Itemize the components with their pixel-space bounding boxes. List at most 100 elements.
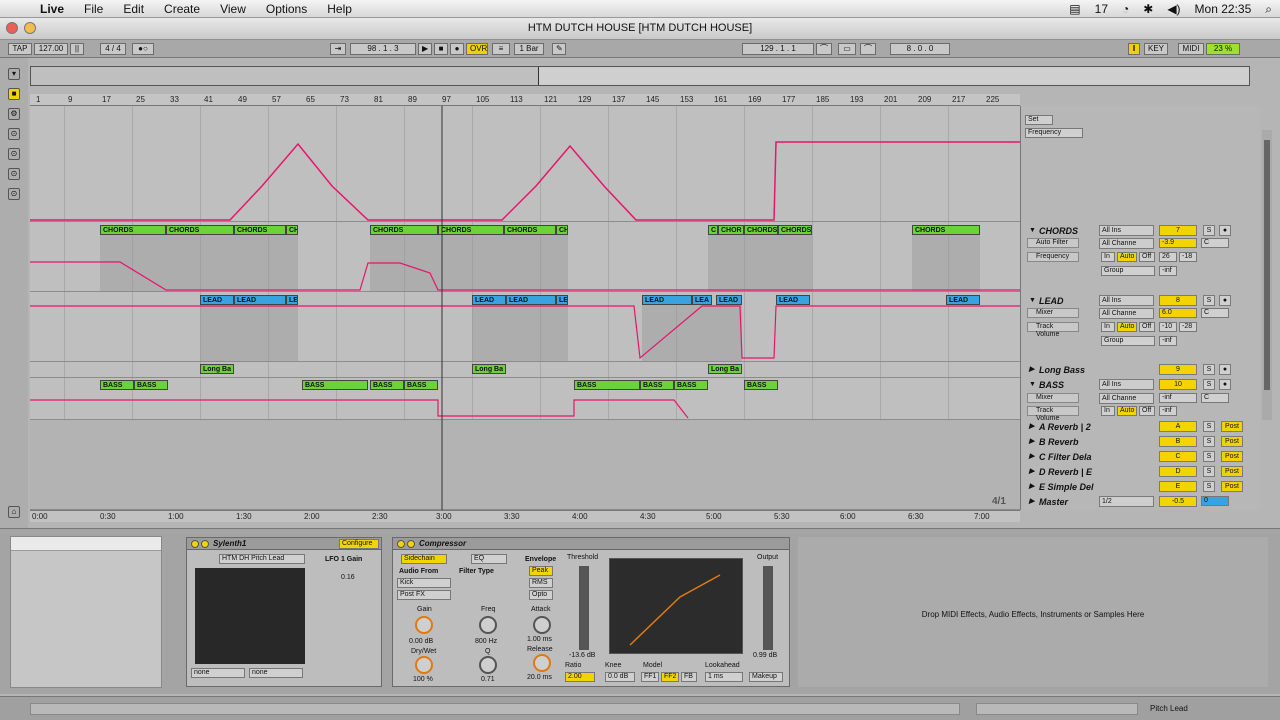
browser-toggle-icon[interactable]: ▾ <box>8 68 20 80</box>
key-map-button[interactable]: KEY <box>1144 43 1168 55</box>
preset-selector[interactable]: HTM DH Pitch Lead <box>219 554 305 564</box>
compressor-header[interactable]: Compressor <box>393 538 789 550</box>
post-return-b[interactable]: Post <box>1221 436 1243 447</box>
track-return-e[interactable]: ▶ E Simple Del E S Post <box>1021 480 1261 495</box>
pan-lead[interactable]: C <box>1201 308 1229 318</box>
wifi-icon[interactable]: ◔ <box>1122 2 1129 16</box>
track-return-a[interactable]: ▶ A Reverb | 2 A S Post <box>1021 420 1261 435</box>
plugins-icon[interactable]: ⚙ <box>8 108 20 120</box>
song-position-field[interactable]: 98 . 1 . 3 <box>350 43 416 55</box>
input-channel-bass[interactable]: All Channe <box>1099 393 1154 404</box>
output-meter[interactable] <box>763 566 773 650</box>
send-b-chords[interactable]: -18 <box>1179 252 1197 262</box>
device-drop-area[interactable]: Drop MIDI Effects, Audio Effects, Instru… <box>798 537 1268 687</box>
automation-device-chords[interactable]: Auto Filter <box>1027 238 1079 248</box>
send-c-lead[interactable]: -inf <box>1159 336 1177 346</box>
tempo-field[interactable]: 127.00 <box>34 43 68 55</box>
solo-return-b[interactable]: S <box>1203 436 1215 447</box>
play-icon[interactable]: ▶ <box>418 43 432 55</box>
q-value[interactable]: 0.71 <box>481 676 495 683</box>
input-type-bass[interactable]: All Ins <box>1099 379 1154 390</box>
menu-help[interactable]: Help <box>317 2 362 16</box>
monitor-in-bass[interactable]: In <box>1101 406 1115 416</box>
midi-map-button[interactable]: MIDI <box>1178 43 1204 55</box>
track-name-master[interactable]: ▶ Master <box>1027 495 1095 509</box>
arm-chords[interactable]: ● <box>1219 225 1231 236</box>
threshold-meter[interactable] <box>579 566 589 650</box>
track-long-bass[interactable]: ▶ Long Bass 9 S ● <box>1021 363 1261 378</box>
nudge-icon[interactable]: || <box>70 43 84 55</box>
track-name-return-c[interactable]: ▶ C Filter Dela <box>1027 450 1095 464</box>
track-name-long-bass[interactable]: ▶ Long Bass <box>1027 363 1095 377</box>
menu-file[interactable]: File <box>74 2 113 16</box>
track-activator-return-c[interactable]: C <box>1159 451 1197 462</box>
monitor-off-bass[interactable]: Off <box>1139 406 1155 416</box>
track-activator-return-b[interactable]: B <box>1159 436 1197 447</box>
track-activator-bass[interactable]: 10 <box>1159 379 1197 390</box>
opto-button[interactable]: Opto <box>529 590 553 600</box>
lfo-gain-value[interactable]: 0.16 <box>341 574 355 581</box>
automation-device-bass[interactable]: Mixer <box>1027 393 1079 403</box>
audio-from-select[interactable]: Kick <box>397 578 451 588</box>
arm-lead[interactable]: ● <box>1219 295 1231 306</box>
automation-envelopes[interactable] <box>30 106 1020 510</box>
folder-3-icon[interactable]: ⊙ <box>8 168 20 180</box>
scroll-thumb[interactable] <box>1264 140 1270 390</box>
stop-icon[interactable]: ■ <box>434 43 448 55</box>
send-a-chords[interactable]: 26 <box>1159 252 1177 262</box>
track-activator-return-a[interactable]: A <box>1159 421 1197 432</box>
automation-arm-icon[interactable]: ≡ <box>492 43 510 55</box>
volume-icon[interactable]: ◀) <box>1167 2 1180 16</box>
device-on-icon[interactable] <box>397 540 405 548</box>
bluetooth-icon[interactable]: ✱ <box>1143 2 1153 16</box>
attack-knob[interactable] <box>533 616 551 634</box>
solo-return-e[interactable]: S <box>1203 481 1215 492</box>
lookahead-select[interactable]: 1 ms <box>705 672 743 682</box>
arrangement-overview[interactable] <box>30 66 1250 86</box>
configure-button[interactable]: Configure <box>339 539 379 549</box>
post-fx-select[interactable]: Post FX <box>397 590 451 600</box>
solo-bass[interactable]: S <box>1203 379 1215 390</box>
gain-knob[interactable] <box>415 616 433 634</box>
cue-master[interactable]: 0 <box>1201 496 1229 506</box>
plugin-display[interactable] <box>195 568 305 664</box>
clock[interactable]: Mon 22:35 <box>1195 2 1252 16</box>
output-value[interactable]: 0.99 dB <box>753 652 777 659</box>
post-return-c[interactable]: Post <box>1221 451 1243 462</box>
automation-param-lead[interactable]: Track Volume <box>1027 322 1079 338</box>
output-chords[interactable]: Group <box>1101 266 1155 276</box>
input-type-lead[interactable]: All Ins <box>1099 295 1154 306</box>
punch-out-icon[interactable]: ⌒ <box>860 43 876 55</box>
macro-select-1[interactable]: none <box>191 668 245 678</box>
info-view-icon[interactable]: ⌂ <box>8 506 20 518</box>
track-activator-return-d[interactable]: D <box>1159 466 1197 477</box>
menu-edit[interactable]: Edit <box>113 2 154 16</box>
post-return-a[interactable]: Post <box>1221 421 1243 432</box>
arm-long-bass[interactable]: ● <box>1219 364 1231 375</box>
eq-toggle[interactable]: EQ <box>471 554 507 564</box>
solo-chords[interactable]: S <box>1203 225 1215 236</box>
send-c-chords[interactable]: -inf <box>1159 266 1177 276</box>
metronome-icon[interactable]: ●○ <box>132 43 154 55</box>
device-unfold-icon[interactable] <box>201 540 209 548</box>
pan-bass[interactable]: C <box>1201 393 1229 403</box>
track-activator-chords[interactable]: 7 <box>1159 225 1197 236</box>
monitor-in-chords[interactable]: In <box>1101 252 1115 262</box>
model-ff2[interactable]: FF2 <box>661 672 679 682</box>
vertical-scrollbar[interactable] <box>1262 130 1272 420</box>
automation-param-chords[interactable]: Frequency <box>1027 252 1079 262</box>
punch-in-icon[interactable]: ▭ <box>838 43 856 55</box>
track-return-c[interactable]: ▶ C Filter Dela C S Post <box>1021 450 1261 465</box>
release-knob[interactable] <box>533 654 551 672</box>
loop-start-field[interactable]: 129 . 1 . 1 <box>742 43 814 55</box>
peak-button[interactable]: Peak <box>529 566 553 576</box>
selected-track-label[interactable]: Pitch Lead <box>1150 704 1188 713</box>
day-indicator[interactable]: 17 <box>1095 2 1108 16</box>
track-activator-return-e[interactable]: E <box>1159 481 1197 492</box>
overdub-button[interactable]: OVR <box>466 43 488 55</box>
top-automation-param[interactable]: Frequency <box>1025 128 1083 138</box>
live-devices-icon[interactable]: ■ <box>8 88 20 100</box>
solo-return-d[interactable]: S <box>1203 466 1215 477</box>
freq-value[interactable]: 800 Hz <box>475 638 497 645</box>
menu-options[interactable]: Options <box>256 2 317 16</box>
